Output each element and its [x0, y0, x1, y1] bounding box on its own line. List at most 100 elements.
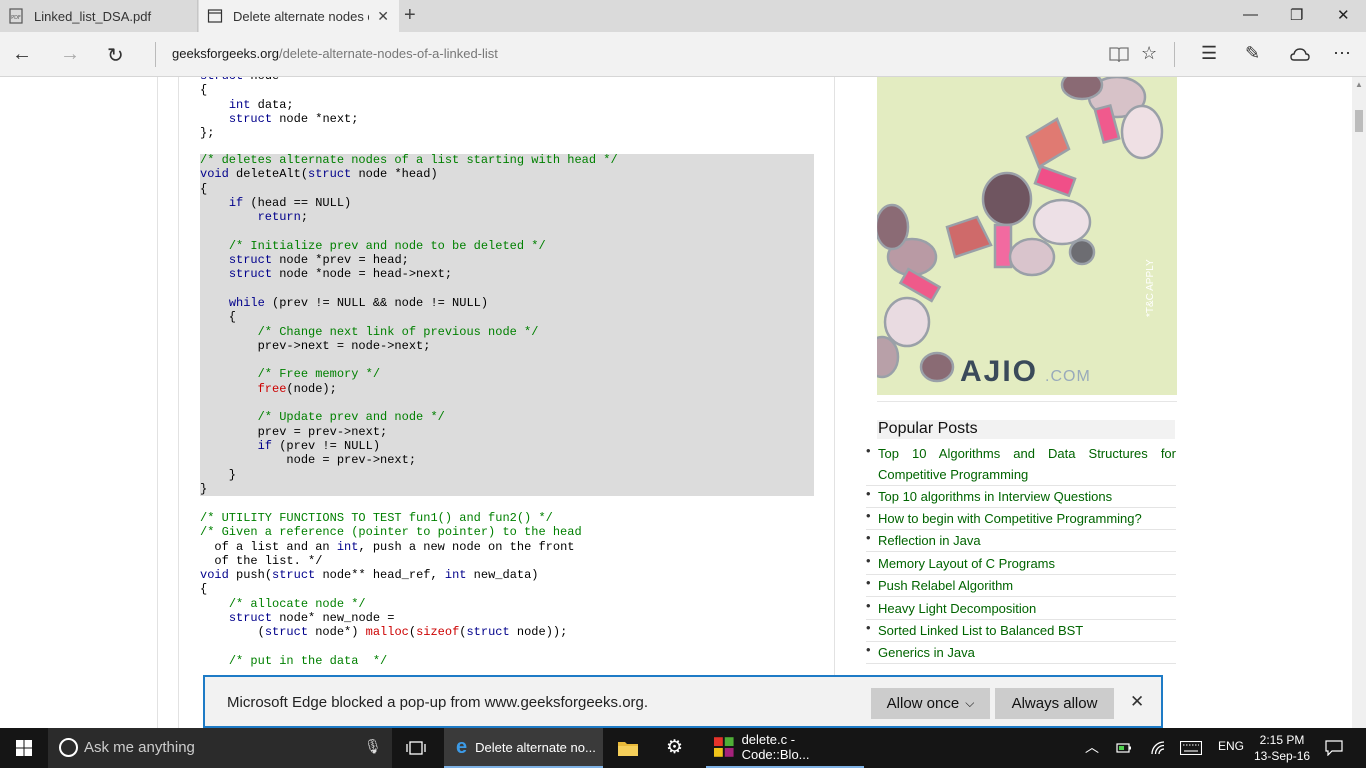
code-line: /* Free memory */ [257, 367, 381, 382]
wifi-icon[interactable] [1150, 740, 1166, 756]
code-line: return; [257, 210, 309, 225]
refresh-icon[interactable]: ↻ [107, 43, 124, 68]
code-line: prev->next = node->next; [200, 338, 431, 353]
popular-post-link[interactable]: Push Relabel Algorithm [878, 575, 1176, 596]
code-line: /* Update prev and node */ [257, 410, 445, 425]
hub-icon[interactable]: ☰ [1201, 43, 1217, 64]
popular-post-item[interactable]: • Reflection in Java [866, 530, 1176, 552]
popular-post-item[interactable]: • How to begin with Competitive Programm… [866, 508, 1176, 530]
ajio-advertisement[interactable]: AJIO .COM *T&C APPLY [877, 77, 1177, 395]
bullet: • [866, 575, 871, 590]
code-line: void deleteAlt(struct node *head) [200, 167, 438, 182]
ad-divider [877, 401, 1177, 402]
language-indicator[interactable]: ENG [1218, 739, 1244, 753]
bullet: • [866, 486, 871, 501]
bullet: • [866, 642, 871, 657]
code-line: { [200, 310, 237, 325]
taskbar-edge-app[interactable]: e Delete alternate no... [444, 728, 603, 768]
action-center-icon[interactable] [1325, 740, 1343, 756]
forward-icon[interactable]: → [60, 43, 80, 66]
tab-article[interactable]: Delete alternate nodes o ✕ [199, 0, 399, 32]
navigation-bar: ← → ↻ geeksforgeeks.org/delete-alternate… [0, 32, 1366, 77]
share-icon[interactable] [1290, 45, 1310, 65]
code-utility-functions: /* UTILITY FUNCTIONS TO TEST fun1() and … [200, 511, 582, 668]
cortana-icon [59, 738, 78, 757]
code-line: } [200, 481, 208, 496]
keyboard-icon[interactable] [1180, 741, 1202, 755]
popular-post-link[interactable]: Memory Layout of C Programs [878, 553, 1176, 574]
popular-post-link[interactable]: How to begin with Competitive Programmin… [878, 508, 1176, 529]
taskbar-codeblocks-app[interactable]: delete.c - Code::Blo... [706, 728, 864, 768]
bullet: • [866, 553, 871, 568]
popular-post-link[interactable]: Top 10 algorithms in Interview Questions [878, 486, 1176, 507]
pdf-icon: PDF [9, 8, 23, 24]
back-icon[interactable]: ← [12, 43, 32, 66]
code-line: /* Given a reference (pointer to pointer… [200, 525, 582, 540]
code-line: /* allocate node */ [228, 596, 366, 611]
close-window-icon[interactable]: ✕ [1337, 6, 1350, 24]
popular-post-link[interactable]: Generics in Java [878, 642, 1176, 663]
reading-view-icon[interactable] [1109, 46, 1129, 64]
clock-time: 2:15 PM [1259, 733, 1305, 747]
web-note-icon[interactable]: ✎ [1245, 43, 1260, 64]
system-clock[interactable]: 2:15 PM 13-Sep-16 [1254, 732, 1310, 764]
bullet: • [866, 508, 871, 523]
popup-blocked-notification: Microsoft Edge blocked a pop-up from www… [203, 675, 1163, 728]
close-icon[interactable]: ✕ [1130, 692, 1144, 712]
allow-once-label: Allow once [886, 695, 960, 712]
popular-post-link[interactable]: Heavy Light Decomposition [878, 598, 1176, 619]
code-line: /* Initialize prev and node to be delete… [228, 238, 546, 253]
windows-taskbar: Ask me anything 🎙 e Delete alternate no.… [0, 728, 1366, 768]
popular-post-link[interactable]: Sorted Linked List to Balanced BST [878, 620, 1176, 641]
file-explorer-icon[interactable] [617, 739, 639, 757]
favorite-star-icon[interactable]: ☆ [1141, 43, 1157, 64]
battery-icon[interactable] [1116, 741, 1132, 755]
popular-post-link[interactable]: Top 10 Algorithms and Data Structures fo… [878, 443, 1176, 485]
tray-chevron-up-icon[interactable]: ︿ [1085, 737, 1099, 757]
code-line: struct node *prev = head; [228, 253, 409, 268]
new-tab-icon[interactable]: + [404, 4, 416, 27]
minimize-icon[interactable]: — [1243, 6, 1258, 23]
allow-once-button[interactable]: Allow once ⌵ [871, 688, 990, 719]
ad-brand-suffix: .COM [1045, 368, 1091, 385]
code-line: struct node *next; [228, 111, 359, 126]
code-line: void push(struct node** head_ref, int ne… [200, 568, 539, 583]
always-allow-button[interactable]: Always allow [995, 688, 1114, 719]
more-icon[interactable]: ⋯ [1333, 43, 1351, 64]
task-view-icon[interactable] [406, 741, 426, 755]
restore-icon[interactable]: ❐ [1290, 6, 1303, 24]
code-line: if (prev != NULL) [257, 438, 381, 453]
page-scrollbar[interactable]: ▲ [1352, 77, 1366, 728]
code-delete-alt-function: /* deletes alternate nodes of a list sta… [200, 153, 618, 496]
popular-post-item[interactable]: • Sorted Linked List to Balanced BST [866, 620, 1176, 642]
cortana-search-box[interactable]: Ask me anything 🎙 [48, 728, 392, 768]
code-line: { [200, 181, 208, 196]
windows-start-icon[interactable] [16, 740, 32, 756]
popular-post-link[interactable]: Reflection in Java [878, 530, 1176, 551]
tab-pdf[interactable]: PDF Linked_list_DSA.pdf [0, 0, 198, 32]
tab-bar: PDF Linked_list_DSA.pdf Delete alternate… [0, 0, 1366, 32]
scroll-up-icon[interactable]: ▲ [1355, 80, 1363, 89]
search-placeholder: Ask me anything [84, 739, 195, 756]
popular-post-item[interactable]: • Top 10 algorithms in Interview Questio… [866, 486, 1176, 508]
edge-icon: e [456, 735, 468, 758]
code-line: if (head == NULL) [228, 195, 352, 210]
scroll-thumb[interactable] [1355, 110, 1363, 132]
code-line: struct node *node = head->next; [228, 267, 453, 282]
popular-post-item[interactable]: • Push Relabel Algorithm [866, 575, 1176, 597]
microphone-icon[interactable]: 🎙 [364, 738, 382, 755]
popular-post-item[interactable]: • Generics in Java [866, 642, 1176, 664]
popular-post-item[interactable]: • Heavy Light Decomposition [866, 598, 1176, 620]
page-icon [207, 9, 223, 23]
address-bar[interactable]: geeksforgeeks.org/delete-alternate-nodes… [172, 46, 498, 61]
settings-gear-icon[interactable]: ⚙ [666, 736, 683, 759]
code-line: { [200, 83, 208, 98]
popular-post-item[interactable]: • Top 10 Algorithms and Data Structures … [866, 443, 1176, 486]
jewelry-image [877, 77, 1177, 395]
popular-post-item[interactable]: • Memory Layout of C Programs [866, 553, 1176, 575]
close-tab-icon[interactable]: ✕ [377, 8, 389, 25]
bullet: • [866, 598, 871, 613]
